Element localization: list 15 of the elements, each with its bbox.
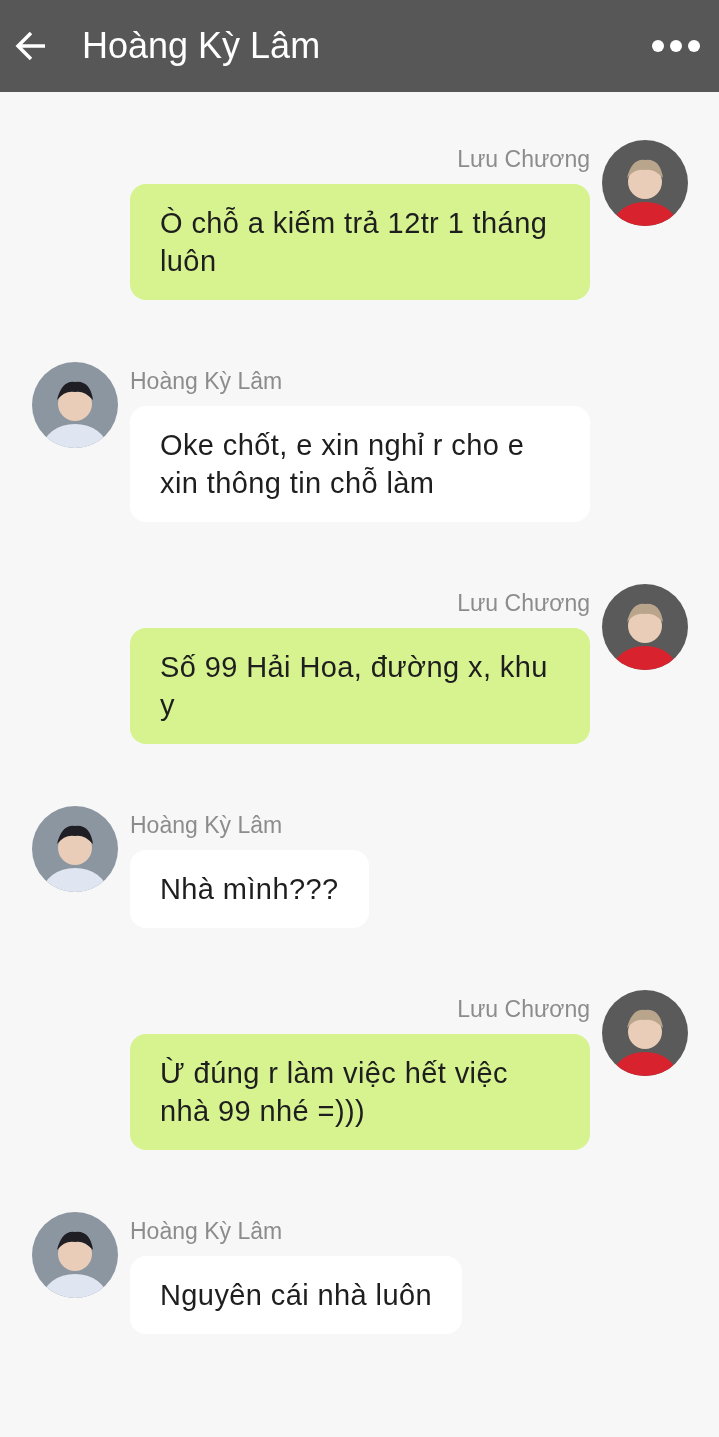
chat-title: Hoàng Kỳ Lâm — [82, 25, 322, 67]
sender-name: Lưu Chương — [457, 590, 590, 616]
message-bubble: Nguyên cái nhà luôn — [130, 1256, 462, 1334]
message-bubble: Số 99 Hải Hoa, đường x, khu y — [130, 628, 590, 744]
sender-name: Hoàng Kỳ Lâm — [130, 368, 283, 394]
sender-name: Hoàng Kỳ Lâm — [130, 1218, 283, 1244]
message-bubble: Ò chỗ a kiếm trả 12tr 1 tháng luôn — [130, 184, 590, 300]
more-options-icon[interactable] — [651, 39, 701, 53]
sender-name: Lưu Chương — [457, 996, 590, 1022]
back-arrow-icon[interactable] — [14, 29, 48, 63]
message-bubble: Nhà mình??? — [130, 850, 369, 928]
message-bubble: Oke chốt, e xin nghỉ r cho e xin thông tin chỗ làm — [130, 406, 590, 522]
message-bubble: Ừ đúng r làm việc hết việc nhà 99 nhé =))) — [130, 1034, 590, 1150]
sender-name: Hoàng Kỳ Lâm — [130, 812, 283, 838]
sender-name: Lưu Chương — [457, 146, 590, 172]
